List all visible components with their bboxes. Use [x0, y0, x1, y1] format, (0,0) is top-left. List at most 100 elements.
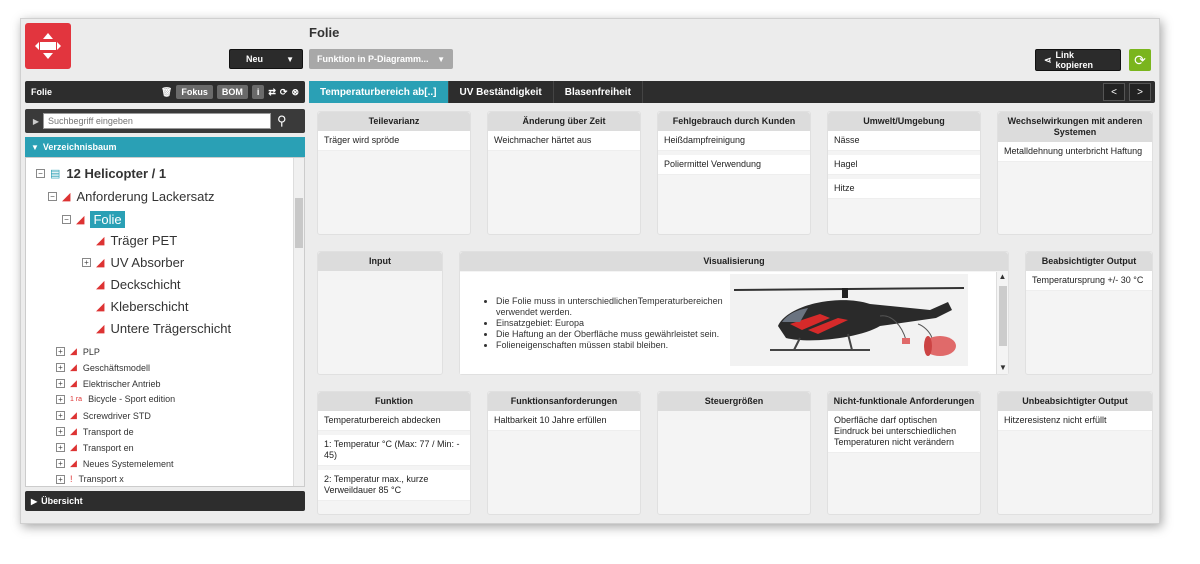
swap-icon[interactable]: ⇄: [268, 87, 276, 98]
component-icon: ◢: [96, 257, 105, 269]
card-entry[interactable]: Hitze: [828, 179, 980, 199]
card-title: Nicht-funktionale Anforderungen: [828, 392, 980, 411]
tab-temperaturbereich[interactable]: Temperaturbereich ab[..]: [309, 81, 449, 103]
tree-item-uv-absorber[interactable]: + ◢ UV Absorber: [82, 255, 184, 270]
card-umwelt: Umwelt/Umgebung Nässe Hagel Hitze: [827, 111, 981, 235]
app-logo[interactable]: [25, 23, 71, 69]
card-title: Umwelt/Umgebung: [828, 112, 980, 131]
card-fehlgebrauch: Fehlgebrauch durch Kunden Heißdampfreini…: [657, 111, 811, 235]
component-icon: ◢: [70, 362, 77, 372]
card-entry[interactable]: Nässe: [828, 131, 980, 151]
card-entry[interactable]: Weichmacher härtet aus: [488, 131, 640, 151]
fokus-button[interactable]: Fokus: [176, 85, 213, 99]
tab-blasenfreiheit[interactable]: Blasenfreiheit: [554, 81, 643, 103]
expand-icon[interactable]: +: [56, 474, 65, 484]
tree-header[interactable]: ▼ Verzeichnisbaum: [25, 137, 305, 157]
card-beabsichtigter-output: Beabsichtigter Output Temperatursprung +…: [1025, 251, 1153, 375]
chevron-down-icon[interactable]: ▼: [997, 363, 1009, 372]
card-entry[interactable]: Hitzeresistenz nicht erfüllt: [998, 411, 1152, 431]
tab-next-button[interactable]: >: [1129, 83, 1151, 101]
tree-item-folie[interactable]: − ◢ Folie: [62, 211, 125, 228]
reload-icon[interactable]: ⟳: [280, 87, 288, 98]
card-entry[interactable]: 1: Temperatur °C (Max: 77 / Min: - 45): [318, 435, 470, 466]
card-entry[interactable]: Oberfläche darf optischen Eindruck bei u…: [828, 411, 980, 453]
search-input[interactable]: [43, 113, 271, 129]
chevron-right-icon[interactable]: ▶: [29, 117, 43, 126]
close-icon[interactable]: ⊗: [291, 87, 299, 98]
expand-icon[interactable]: +: [56, 443, 65, 452]
collapse-icon[interactable]: −: [36, 169, 45, 178]
component-icon: ◢: [96, 235, 105, 247]
tree-item-transport-de[interactable]: + ◢ Transport de: [56, 426, 134, 437]
tree-item-helicopter[interactable]: − ▤ 12 Helicopter / 1: [36, 166, 166, 181]
overview-label: Übersicht: [41, 496, 83, 506]
visualisierung-scrollbar[interactable]: ▲ ▼: [996, 272, 1008, 374]
card-input: Input: [317, 251, 443, 375]
card-title: Visualisierung: [460, 252, 1008, 271]
card-entry[interactable]: Temperaturbereich abdecken: [318, 411, 470, 431]
tree-item-bicycle[interactable]: + 1 ra Bicycle - Sport edition: [56, 394, 175, 404]
list-item: Einsatzgebiet: Europa: [496, 318, 728, 329]
component-icon: ◢: [70, 346, 77, 356]
card-unbeabsichtigter-output: Unbeabsichtigter Output Hitzeresistenz n…: [997, 391, 1153, 515]
list-item: Die Folie muss in unterschiedlichenTempe…: [496, 296, 728, 318]
component-icon: ◢: [70, 426, 77, 436]
copy-link-button[interactable]: ⋖ Link kopieren: [1035, 49, 1121, 71]
search-icon[interactable]: ⚲: [277, 113, 287, 129]
expand-icon[interactable]: +: [56, 379, 65, 388]
tree-item-deckschicht[interactable]: ◢ Deckschicht: [82, 277, 181, 292]
tree-item-screwdriver[interactable]: + ◢ Screwdriver STD: [56, 410, 151, 421]
chevron-down-icon: ▼: [437, 54, 445, 64]
card-title: Beabsichtigter Output: [1026, 252, 1152, 271]
tree-item-traeger-pet[interactable]: ◢ Träger PET: [82, 233, 177, 248]
tree-item-untere-traegerschicht[interactable]: ◢ Untere Trägerschicht: [82, 321, 231, 336]
expand-icon[interactable]: +: [56, 347, 65, 356]
tree-item-elektrischer-antrieb[interactable]: + ◢ Elektrischer Antrieb: [56, 378, 160, 389]
chevron-down-icon: ▼: [286, 54, 294, 64]
component-icon: ◢: [70, 378, 77, 388]
card-entry[interactable]: 2: Temperatur max., kurze Verweildauer 8…: [318, 470, 470, 501]
overview-header[interactable]: ▶ Übersicht: [25, 491, 305, 511]
collapse-icon[interactable]: −: [62, 215, 71, 224]
tree-scrollbar[interactable]: [293, 158, 304, 486]
refresh-button[interactable]: ⟳: [1129, 49, 1151, 71]
card-entry[interactable]: Hagel: [828, 155, 980, 175]
tree-item-neues-systemelement[interactable]: + ◢ Neues Systemelement: [56, 458, 173, 469]
card-entry[interactable]: Metalldehnung unterbricht Haftung: [998, 142, 1152, 162]
scroll-thumb[interactable]: [999, 286, 1007, 346]
tree-item-anforderung[interactable]: − ◢ Anforderung Lackersatz: [48, 189, 215, 204]
tree-scroll-thumb[interactable]: [295, 198, 303, 248]
card-nicht-funktionale-anforderungen: Nicht-funktionale Anforderungen Oberfläc…: [827, 391, 981, 515]
expand-icon[interactable]: +: [56, 363, 65, 372]
card-entry[interactable]: Haltbarkeit 10 Jahre erfüllen: [488, 411, 640, 431]
expand-icon[interactable]: +: [56, 427, 65, 436]
expand-icon[interactable]: +: [56, 459, 65, 468]
expand-icon[interactable]: +: [82, 258, 91, 267]
tree-view: − ▤ 12 Helicopter / 1 − ◢ Anforderung La…: [25, 157, 305, 487]
new-button[interactable]: Neu ▼: [229, 49, 303, 69]
card-entry[interactable]: Poliermittel Verwendung: [658, 155, 810, 175]
tree-item-transport-en[interactable]: + ◢ Transport en: [56, 442, 134, 453]
expand-icon[interactable]: +: [56, 411, 65, 420]
tree-item-plp[interactable]: + ◢ PLP: [56, 346, 100, 357]
info-button[interactable]: i: [251, 85, 265, 99]
expand-icon[interactable]: +: [56, 394, 65, 404]
function-dropdown-label: Funktion in P-Diagramm...: [317, 54, 429, 64]
card-entry[interactable]: Heißdampfreinigung: [658, 131, 810, 151]
card-title: Fehlgebrauch durch Kunden: [658, 112, 810, 131]
trash-icon[interactable]: 🗑: [161, 87, 172, 98]
bom-button[interactable]: BOM: [216, 85, 248, 99]
tree-item-transport-x[interactable]: + ! Transport x: [56, 474, 124, 484]
card-entry[interactable]: Temperatursprung +/- 30 °C: [1026, 271, 1152, 291]
tree-item-kleberschicht[interactable]: ◢ Kleberschicht: [82, 299, 189, 314]
new-button-label: Neu: [246, 54, 264, 64]
card-entry[interactable]: Träger wird spröde: [318, 131, 470, 151]
collapse-icon[interactable]: −: [48, 192, 57, 201]
tab-uv-bestaendigkeit[interactable]: UV Beständigkeit: [449, 81, 554, 103]
tab-prev-button[interactable]: <: [1103, 83, 1125, 101]
component-icon: ◢: [96, 301, 105, 313]
function-dropdown[interactable]: Funktion in P-Diagramm... ▼: [309, 49, 453, 69]
chevron-up-icon[interactable]: ▲: [997, 272, 1008, 281]
chevron-down-icon: ▼: [31, 142, 39, 152]
tree-item-geschaeftsmodell[interactable]: + ◢ Geschäftsmodell: [56, 362, 150, 373]
